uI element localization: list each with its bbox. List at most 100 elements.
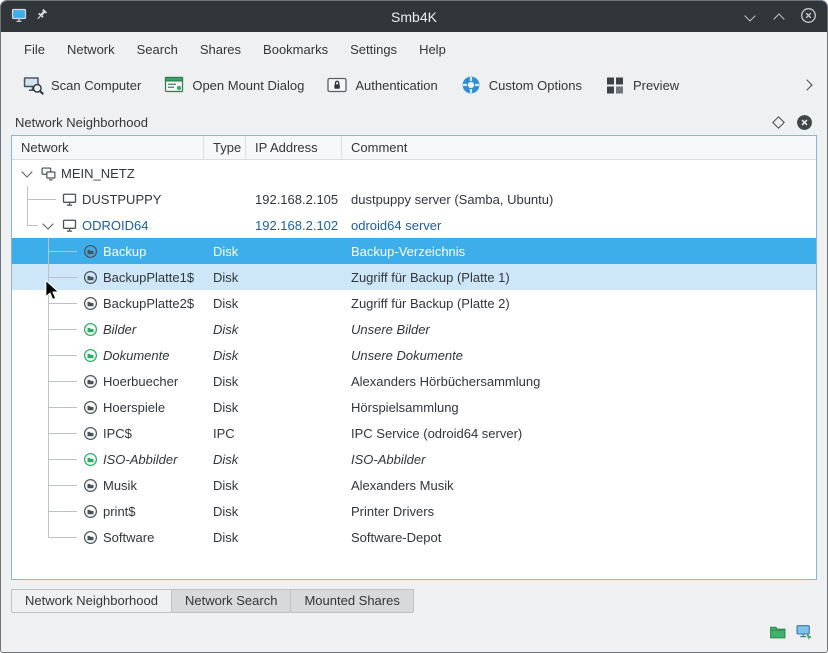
preview-icon xyxy=(604,74,626,96)
expander-icon[interactable] xyxy=(38,215,59,236)
share-icon xyxy=(80,293,101,314)
open-mount-dialog-icon xyxy=(163,74,185,96)
statusbar xyxy=(1,614,827,652)
smb4k-window: Smb4K File Network Search Shares Bookmar… xyxy=(0,0,828,653)
row-name: Software xyxy=(103,530,154,545)
tree-guide xyxy=(38,238,59,264)
tree-guide xyxy=(59,524,80,550)
share-icon xyxy=(80,423,101,444)
share-icon xyxy=(80,345,101,366)
tab-mounted-shares[interactable]: Mounted Shares xyxy=(290,589,413,613)
share-icon xyxy=(80,241,101,262)
app-icon xyxy=(11,7,27,26)
table-row[interactable]: MEIN_NETZ xyxy=(12,160,816,186)
row-name: ODROID64 xyxy=(82,218,148,233)
menu-settings[interactable]: Settings xyxy=(339,39,408,60)
toolbar-overflow-chevron-right-icon[interactable] xyxy=(799,76,817,94)
minimize-button[interactable] xyxy=(742,9,758,25)
cell-ip: 192.168.2.102 xyxy=(246,218,342,233)
row-name: Dokumente xyxy=(103,348,169,363)
table-row[interactable]: IPC$IPC IPC Service (odroid64 server) xyxy=(12,420,816,446)
close-button[interactable] xyxy=(800,7,817,27)
table-row[interactable]: ISO-AbbilderDiskISO-Abbilder xyxy=(12,446,816,472)
authentication-icon xyxy=(326,74,348,96)
tree-guide xyxy=(38,264,59,290)
cell-comment: IPC Service (odroid64 server) xyxy=(342,426,816,441)
menu-bookmarks[interactable]: Bookmarks xyxy=(252,39,339,60)
column-header-ip-address[interactable]: IP Address xyxy=(246,136,342,159)
row-name: Backup xyxy=(103,244,146,259)
table-row[interactable]: ODROID64 192.168.2.102odroid64 server xyxy=(12,212,816,238)
table-row[interactable]: HoerbuecherDiskAlexanders Hörbüchersamml… xyxy=(12,368,816,394)
table-row[interactable]: DUSTPUPPY 192.168.2.105dustpuppy server (… xyxy=(12,186,816,212)
cell-comment: Alexanders Hörbüchersammlung xyxy=(342,374,816,389)
cell-type: Disk xyxy=(204,348,246,363)
row-name: DUSTPUPPY xyxy=(82,192,161,207)
row-name: Musik xyxy=(103,478,137,493)
expander-icon[interactable] xyxy=(17,163,38,184)
network-cell: Software xyxy=(12,524,204,550)
menu-search[interactable]: Search xyxy=(126,39,189,60)
network-cell: Bilder xyxy=(12,316,204,342)
custom-options-icon xyxy=(460,74,482,96)
network-cell: print$ xyxy=(12,498,204,524)
pin-icon[interactable] xyxy=(35,8,49,25)
tree-guide xyxy=(59,290,80,316)
menu-shares[interactable]: Shares xyxy=(189,39,252,60)
cell-type: IPC xyxy=(204,426,246,441)
authentication-button[interactable]: Authentication xyxy=(315,70,448,100)
cell-comment: odroid64 server xyxy=(342,218,816,233)
tree-guide xyxy=(59,368,80,394)
preview-button[interactable]: Preview xyxy=(593,70,690,100)
cell-comment: dustpuppy server (Samba, Ubuntu) xyxy=(342,192,816,207)
menu-help[interactable]: Help xyxy=(408,39,457,60)
table-row[interactable]: BackupPlatte2$DiskZugriff für Backup (Pl… xyxy=(12,290,816,316)
tree-guide xyxy=(59,342,80,368)
table-row[interactable]: BackupDiskBackup-Verzeichnis xyxy=(12,238,816,264)
tree-guide xyxy=(38,524,59,550)
row-name: Bilder xyxy=(103,322,136,337)
custom-options-button[interactable]: Custom Options xyxy=(449,70,593,100)
open-mount-dialog-button[interactable]: Open Mount Dialog xyxy=(152,70,315,100)
menu-network[interactable]: Network xyxy=(56,39,126,60)
network-cell: Backup xyxy=(12,238,204,264)
tree-guide xyxy=(59,446,80,472)
cell-ip: 192.168.2.105 xyxy=(246,192,342,207)
column-header-type[interactable]: Type xyxy=(204,136,246,159)
network-cell: Hoerbuecher xyxy=(12,368,204,394)
server-icon xyxy=(59,215,80,236)
cell-comment: ISO-Abbilder xyxy=(342,452,816,467)
workgroup-icon xyxy=(38,163,59,184)
tree-guide xyxy=(38,342,59,368)
network-cell: Dokumente xyxy=(12,342,204,368)
tab-network-search[interactable]: Network Search xyxy=(171,589,291,613)
table-header: Network Type IP Address Comment xyxy=(12,136,816,160)
network-cell: IPC$ xyxy=(12,420,204,446)
window-title: Smb4K xyxy=(391,9,437,25)
table-row[interactable]: print$DiskPrinter Drivers xyxy=(12,498,816,524)
table-row[interactable]: HoerspieleDiskHörspielsammlung xyxy=(12,394,816,420)
menu-file[interactable]: File xyxy=(13,39,56,60)
column-header-network[interactable]: Network xyxy=(12,136,204,159)
titlebar[interactable]: Smb4K xyxy=(1,1,827,32)
float-panel-icon[interactable] xyxy=(772,116,785,129)
table-row[interactable]: BackupPlatte1$DiskZugriff für Backup (Pl… xyxy=(12,264,816,290)
tree-guide xyxy=(59,498,80,524)
cell-comment: Software-Depot xyxy=(342,530,816,545)
maximize-button[interactable] xyxy=(771,9,787,25)
column-header-comment[interactable]: Comment xyxy=(342,136,816,159)
scan-computer-button[interactable]: Scan Computer xyxy=(11,70,152,100)
close-panel-icon[interactable] xyxy=(796,114,813,131)
tree-guide xyxy=(38,316,59,342)
table-row[interactable]: BilderDiskUnsere Bilder xyxy=(12,316,816,342)
cell-comment: Backup-Verzeichnis xyxy=(342,244,816,259)
cell-type: Disk xyxy=(204,530,246,545)
tree-guide xyxy=(38,498,59,524)
tab-network-neighborhood[interactable]: Network Neighborhood xyxy=(11,589,172,613)
table-row[interactable]: DokumenteDiskUnsere Dokumente xyxy=(12,342,816,368)
table-row[interactable]: MusikDiskAlexanders Musik xyxy=(12,472,816,498)
tree-guide xyxy=(38,394,59,420)
table-row[interactable]: Software Disk Software-Depot xyxy=(12,524,816,550)
share-icon xyxy=(80,319,101,340)
remote-share-icon xyxy=(796,623,813,643)
